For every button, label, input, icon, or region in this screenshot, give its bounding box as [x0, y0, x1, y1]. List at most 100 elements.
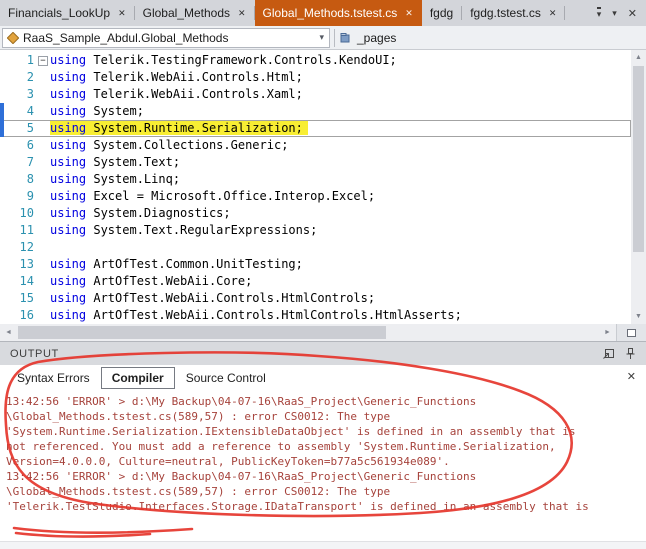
code-editor[interactable]: 1− using Telerik.TestingFramework.Control… — [0, 50, 631, 324]
log-line: Version=4.0.0.0, Culture=neutral, Public… — [6, 455, 450, 468]
code-line[interactable]: 9 using Excel = Microsoft.Office.Interop.… — [0, 188, 631, 205]
fold-margin[interactable]: − — [36, 52, 50, 69]
line-number: 5 — [26, 121, 34, 135]
code-line[interactable]: 11 using System.Text.RegularExpressions; — [0, 222, 631, 239]
fold-margin — [36, 171, 50, 188]
tab-label: Global_Methods.tstest.cs — [262, 6, 398, 20]
code-lines: 1− using Telerik.TestingFramework.Control… — [0, 52, 631, 324]
line-number: 12 — [19, 240, 34, 254]
dropdown-arrow-icon[interactable]: ▾ — [316, 32, 327, 43]
code-line[interactable]: 14 using ArtOfTest.WebAii.Core; — [0, 273, 631, 290]
code-line[interactable]: 12 — [0, 239, 631, 256]
line-number: 11 — [19, 223, 34, 237]
tab-close-icon[interactable]: ✕ — [238, 8, 246, 18]
member-icon — [340, 32, 350, 42]
code-line[interactable]: 10 using System.Diagnostics; — [0, 205, 631, 222]
log-line: 13:42:56 'ERROR' > d:\My Backup\04-07-16… — [6, 470, 477, 483]
document-tab[interactable]: Financials_LookUp ✕ — [0, 0, 135, 26]
document-tab[interactable]: fgdg — [422, 0, 463, 26]
close-document-icon[interactable]: ✕ — [628, 7, 637, 20]
code-text: using ArtOfTest.WebAii.Controls.HtmlCont… — [50, 291, 376, 305]
line-number: 3 — [26, 87, 34, 101]
scroll-right-arrow-icon[interactable]: ► — [599, 324, 616, 341]
output-panel-header: OUTPUT — [0, 341, 646, 365]
code-line[interactable]: 16 using ArtOfTest.WebAii.Controls.HtmlCo… — [0, 307, 631, 324]
line-number: 13 — [19, 257, 34, 271]
code-text: using System.Linq; — [50, 172, 181, 186]
line-number: 9 — [26, 189, 34, 203]
tab-close-icon[interactable]: ✕ — [405, 8, 413, 18]
code-line[interactable]: 8 using System.Linq; — [0, 171, 631, 188]
tab-label: fgdg — [429, 6, 454, 20]
log-line: not referenced. You must add a reference… — [6, 440, 556, 453]
member-selector-dropdown[interactable]: _pages — [339, 28, 646, 48]
code-text: using Telerik.TestingFramework.Controls.… — [50, 53, 397, 67]
output-tab[interactable]: Source Control — [175, 367, 277, 389]
output-panel-title: OUTPUT — [10, 347, 59, 360]
fold-margin — [36, 188, 50, 205]
log-line: \Global_Methods.tstest.cs(589,57) : erro… — [6, 410, 391, 423]
output-tab-strip: Syntax Errors Compiler Source Control ✕ — [0, 365, 646, 391]
code-line[interactable]: 7 using System.Text; — [0, 154, 631, 171]
horizontal-scrollbar-track[interactable] — [17, 324, 599, 341]
log-line: \Global_Methods.tstest.cs(589,57) : erro… — [6, 485, 391, 498]
active-files-dropdown-icon[interactable]: ▾ — [596, 7, 602, 19]
code-text: using ArtOfTest.WebAii.Core; — [50, 274, 253, 288]
change-tracking-bar — [0, 120, 4, 137]
document-tab[interactable]: Global_Methods.tstest.cs ✕ — [254, 0, 422, 26]
scroll-left-arrow-icon[interactable]: ◄ — [0, 324, 17, 341]
tab-label: Global_Methods — [142, 6, 230, 20]
document-tab[interactable]: Global_Methods ✕ — [135, 0, 255, 26]
fold-margin — [36, 239, 50, 256]
type-selector-dropdown[interactable]: RaaS_Sample_Abdul.Global_Methods ▾ — [2, 27, 330, 48]
float-window-icon[interactable] — [602, 347, 615, 360]
code-line[interactable]: 15 using ArtOfTest.WebAii.Controls.HtmlCo… — [0, 290, 631, 307]
line-number: 1 — [26, 53, 34, 67]
fold-margin — [36, 290, 50, 307]
fold-margin — [36, 120, 50, 137]
scroll-down-arrow-icon[interactable]: ▼ — [631, 309, 646, 324]
document-tab[interactable]: fgdg.tstest.cs ✕ — [462, 0, 566, 26]
tab-label: fgdg.tstest.cs — [470, 6, 541, 20]
tab-close-icon[interactable]: ✕ — [549, 8, 557, 18]
fold-margin — [36, 154, 50, 171]
output-tab[interactable]: Syntax Errors — [6, 367, 101, 389]
code-line[interactable]: 1− using Telerik.TestingFramework.Control… — [0, 52, 631, 69]
navigation-bar: RaaS_Sample_Abdul.Global_Methods ▾ _page… — [0, 26, 646, 50]
caret-down-icon[interactable]: ▾ — [612, 8, 617, 19]
code-line[interactable]: 2 using Telerik.WebAii.Controls.Html; — [0, 69, 631, 86]
code-line[interactable]: 4 using System; — [0, 103, 631, 120]
pin-icon[interactable] — [625, 347, 636, 360]
tab-close-icon[interactable]: ✕ — [118, 8, 126, 18]
horizontal-scrollbar-thumb[interactable] — [18, 326, 386, 339]
code-text: using System.Text; — [50, 155, 181, 169]
fold-margin — [36, 222, 50, 239]
output-tab[interactable]: Compiler — [100, 367, 175, 389]
fold-margin — [36, 307, 50, 324]
line-number: 15 — [19, 291, 34, 305]
close-output-icon[interactable]: ✕ — [627, 370, 636, 383]
bottom-strip — [0, 541, 646, 549]
code-text: using ArtOfTest.WebAii.Controls.HtmlCont… — [50, 308, 462, 322]
code-line[interactable]: 3 using Telerik.WebAii.Controls.Xaml; — [0, 86, 631, 103]
output-tabs: Syntax Errors Compiler Source Control — [6, 367, 277, 389]
fold-margin — [36, 69, 50, 86]
code-text: using System.Collections.Generic; — [50, 138, 289, 152]
code-text: using Excel = Microsoft.Office.Interop.E… — [50, 189, 376, 203]
class-icon — [7, 31, 19, 44]
line-number: 16 — [19, 308, 34, 322]
collapse-icon[interactable]: − — [38, 55, 48, 66]
vertical-scrollbar-thumb[interactable] — [633, 66, 644, 252]
ide-window: Financials_LookUp ✕ Global_Methods ✕ Global_… — [0, 0, 646, 549]
fold-margin — [36, 205, 50, 222]
scroll-up-arrow-icon[interactable]: ▲ — [631, 50, 646, 65]
code-line[interactable]: 6 using System.Collections.Generic; — [0, 137, 631, 154]
editor-options-button[interactable] — [616, 324, 646, 341]
code-line[interactable]: 5 using System.Runtime.Serialization; — [0, 120, 631, 137]
code-text: using System.Text.RegularExpressions; — [50, 223, 318, 237]
fold-margin — [36, 103, 50, 120]
editor-vertical-scrollbar[interactable]: ▲ ▼ — [631, 50, 646, 324]
code-line[interactable]: 13 using ArtOfTest.Common.UnitTesting; — [0, 256, 631, 273]
editor-horizontal-scrollbar[interactable]: ◄ ► — [0, 324, 646, 341]
